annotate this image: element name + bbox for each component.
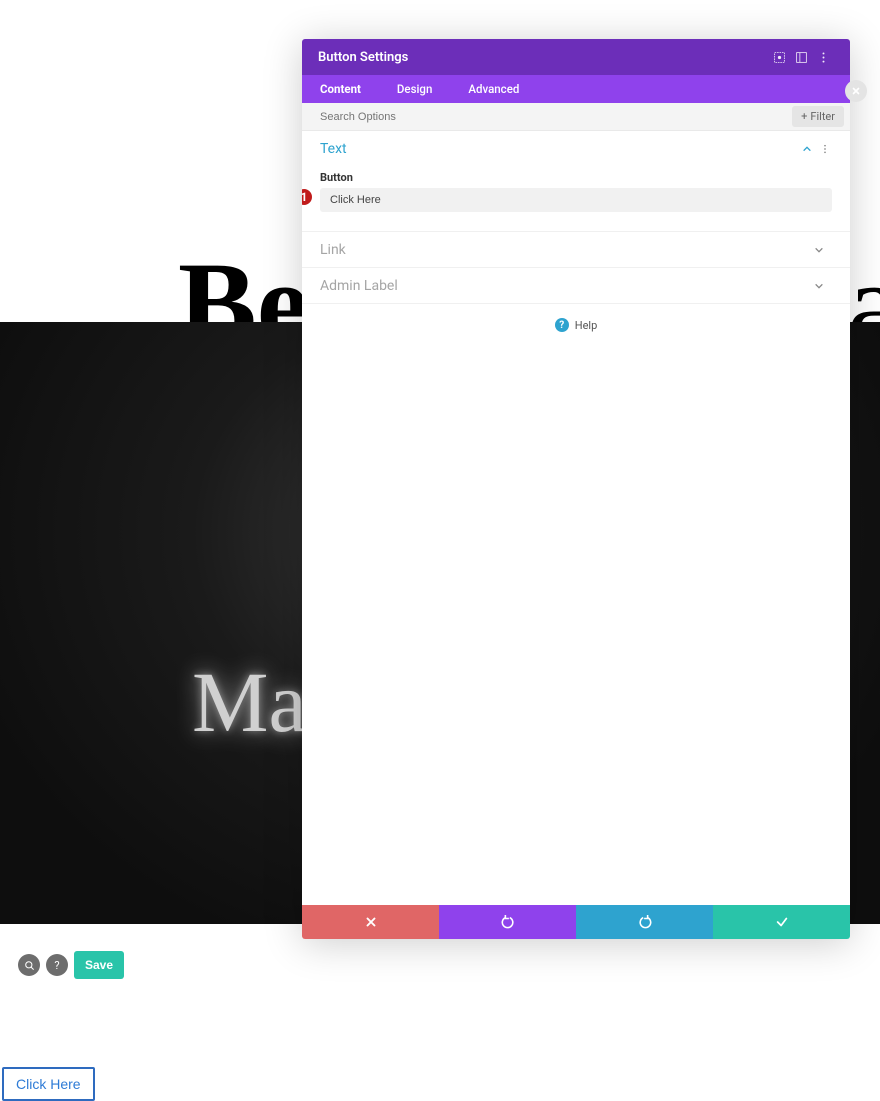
search-input[interactable] — [302, 111, 792, 123]
page-right-text-line: ta su — [840, 990, 880, 1020]
close-icon[interactable] — [845, 80, 867, 102]
chevron-up-icon — [802, 144, 820, 154]
page-click-here-button[interactable]: Click Here — [2, 1067, 95, 1101]
button-text-input[interactable] — [320, 188, 832, 212]
tab-advanced[interactable]: Advanced — [450, 75, 537, 103]
filter-label: Filter — [810, 110, 835, 123]
confirm-button[interactable] — [713, 905, 850, 939]
help-row[interactable]: ? Help — [302, 304, 850, 346]
page-right-text: rror uae ta su — [840, 930, 880, 1020]
section-link-header[interactable]: Link — [302, 232, 850, 268]
modal-title: Button Settings — [318, 50, 408, 65]
help-icon[interactable]: ? — [46, 954, 68, 976]
filter-button[interactable]: + Filter — [792, 106, 844, 127]
columns-icon[interactable] — [790, 46, 812, 68]
help-icon: ? — [555, 318, 569, 332]
section-text-header[interactable]: Text — [302, 131, 850, 167]
modal-titlebar[interactable]: Button Settings — [302, 39, 850, 75]
section-admin-label-header[interactable]: Admin Label — [302, 268, 850, 304]
button-settings-modal: Button Settings Content Design Advanced … — [302, 39, 850, 939]
modal-content: Text Button 1 Link Admin Label — [302, 131, 850, 905]
redo-button[interactable] — [576, 905, 713, 939]
section-link-title: Link — [320, 242, 814, 258]
undo-button[interactable] — [439, 905, 576, 939]
callout-badge: 1 — [302, 187, 314, 207]
section-admin-label-title: Admin Label — [320, 278, 814, 294]
cancel-button[interactable] — [302, 905, 439, 939]
save-button[interactable]: Save — [74, 951, 124, 979]
tab-design[interactable]: Design — [379, 75, 450, 103]
search-row: + Filter — [302, 103, 850, 131]
chevron-down-icon — [814, 281, 832, 291]
editor-bottom-bar: ? Save — [18, 951, 124, 979]
section-more-icon[interactable] — [820, 144, 832, 154]
button-field-label: Button — [302, 167, 850, 188]
zoom-icon[interactable] — [18, 954, 40, 976]
modal-footer — [302, 905, 850, 939]
page-right-text-line: uae — [840, 960, 880, 990]
page-subheadline-left: Ma — [192, 652, 307, 752]
button-text-row: 1 — [320, 188, 832, 212]
expand-icon[interactable] — [768, 46, 790, 68]
more-icon[interactable] — [812, 46, 834, 68]
modal-tabs: Content Design Advanced — [302, 75, 850, 103]
tab-content[interactable]: Content — [302, 75, 379, 103]
plus-icon: + — [801, 110, 807, 123]
help-label: Help — [575, 319, 598, 332]
chevron-down-icon — [814, 245, 832, 255]
section-text-title: Text — [320, 141, 802, 157]
